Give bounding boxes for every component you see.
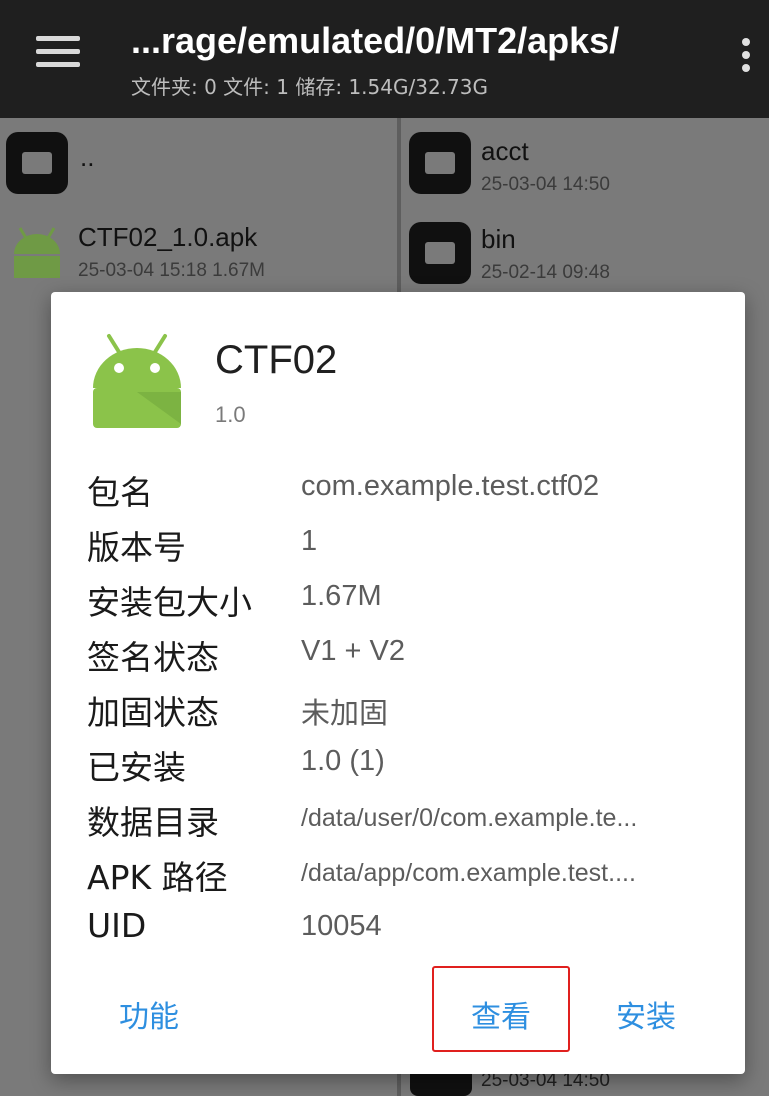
folder-icon: [409, 132, 471, 194]
info-label: 签名状态: [87, 638, 219, 677]
file-name: bin: [481, 224, 516, 254]
info-value: /data/user/0/com.example.te...: [301, 804, 638, 832]
info-label: APK 路径: [87, 858, 228, 897]
info-value: /data/app/com.example.test....: [301, 859, 636, 887]
info-label: 包名: [87, 473, 153, 512]
more-options-icon[interactable]: [740, 38, 752, 76]
info-row-version-code: 版本号 1: [87, 521, 727, 571]
list-item[interactable]: acct 25-03-04 14:50: [401, 130, 769, 220]
current-path: ...rage/emulated/0/MT2/apks/: [131, 20, 620, 61]
view-button[interactable]: 查看: [471, 992, 531, 1036]
info-label: 安装包大小: [87, 583, 252, 622]
info-row-apk-size: 安装包大小 1.67M: [87, 576, 727, 626]
functions-button[interactable]: 功能: [119, 992, 179, 1036]
file-meta: 25-02-14 09:48: [481, 262, 610, 283]
menu-icon[interactable]: [36, 36, 80, 72]
info-row-apk-path: APK 路径 /data/app/com.example.test....: [87, 851, 727, 901]
info-value: 未加固: [301, 696, 389, 730]
folder-icon: [410, 1072, 472, 1096]
file-name: ..: [80, 142, 95, 172]
info-row-installed: 已安装 1.0 (1): [87, 741, 727, 791]
list-item[interactable]: CTF02_1.0.apk 25-03-04 15:18 1.67M: [0, 210, 397, 300]
info-label: UID: [87, 906, 147, 945]
folder-icon: [6, 132, 68, 194]
file-name: acct: [481, 136, 529, 166]
info-value: V1 + V2: [301, 635, 405, 667]
android-icon: [14, 227, 60, 278]
folder-icon: [409, 222, 471, 284]
info-row-signature: 签名状态 V1 + V2: [87, 631, 727, 681]
apk-info-dialog: CTF02 1.0 包名 com.example.test.ctf02 版本号 …: [51, 292, 745, 1074]
info-value: 1.0 (1): [301, 745, 385, 777]
storage-stats: 文件夹: 0 文件: 1 储存: 1.54G/32.73G: [131, 75, 488, 99]
info-row-hardening: 加固状态 未加固: [87, 686, 727, 736]
app-name: CTF02: [215, 338, 338, 382]
info-row-package: 包名 com.example.test.ctf02: [87, 466, 727, 516]
info-label: 已安装: [87, 748, 186, 787]
app-version: 1.0: [215, 402, 246, 427]
info-row-uid: UID 10054: [87, 906, 727, 956]
file-meta: 25-03-04 15:18 1.67M: [78, 260, 265, 281]
top-app-bar: ...rage/emulated/0/MT2/apks/ 文件夹: 0 文件: …: [0, 0, 769, 118]
info-value: 1.67M: [301, 580, 382, 612]
file-name: CTF02_1.0.apk: [78, 222, 258, 252]
info-label: 数据目录: [87, 803, 219, 842]
install-button[interactable]: 安装: [616, 992, 676, 1036]
info-label: 版本号: [87, 528, 186, 567]
android-icon: [93, 334, 181, 428]
info-row-data-dir: 数据目录 /data/user/0/com.example.te...: [87, 796, 727, 846]
list-item[interactable]: ..: [0, 118, 397, 208]
info-value: 10054: [301, 910, 382, 942]
info-value: 1: [301, 525, 318, 557]
info-value: com.example.test.ctf02: [301, 470, 600, 502]
info-label: 加固状态: [87, 693, 219, 732]
file-meta: 25-03-04 14:50: [481, 174, 610, 195]
